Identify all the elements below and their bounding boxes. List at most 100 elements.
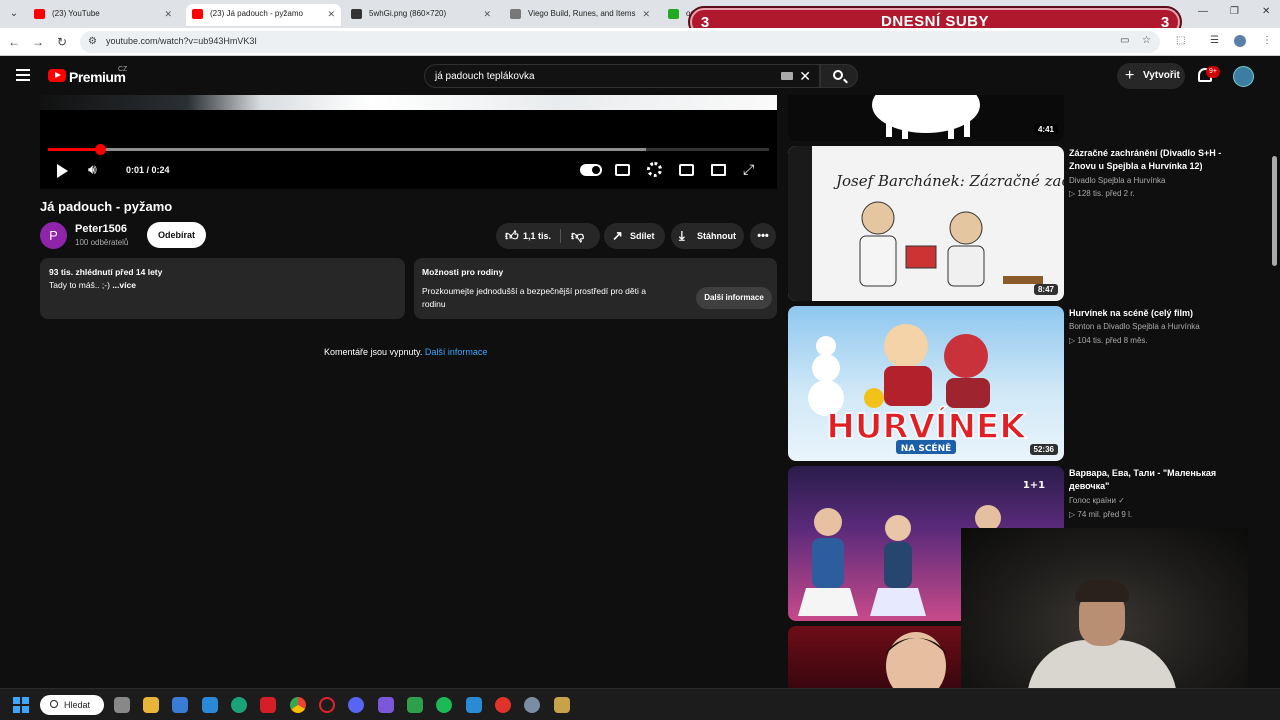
menu-hamburger-icon[interactable] (16, 69, 30, 81)
download-button[interactable]: ⤓ Stáhnout (671, 223, 744, 249)
spreadsheet-icon[interactable] (407, 697, 423, 713)
tab-current-video[interactable]: (23) Já padouch - pyžamo ✕ (186, 4, 341, 26)
tab-image[interactable]: 5whGi.png (860×720) ✕ (345, 4, 497, 26)
cast-icon[interactable]: ▭ (1120, 35, 1129, 46)
tab-close-icon[interactable]: ✕ (483, 4, 491, 24)
file-explorer-icon[interactable] (143, 697, 159, 713)
star-app-icon[interactable] (378, 697, 394, 713)
description-box[interactable]: 93 tis. zhlédnutí před 14 lety Tady to m… (40, 258, 405, 319)
discord-icon[interactable] (348, 697, 364, 713)
create-button[interactable]: + Vytvořit (1117, 63, 1185, 89)
share-button[interactable]: ↗ Sdílet (604, 223, 665, 249)
url-text: youtube.com/watch?v=ub943HmVK3I (106, 36, 257, 46)
taskbar-search[interactable]: Hledat (40, 695, 104, 715)
minimize-icon[interactable]: — (1198, 6, 1208, 17)
reload-icon[interactable]: ↻ (54, 34, 70, 50)
dislike-thumb-icon[interactable]: 👎︎ (571, 223, 584, 249)
plus-icon: + (1125, 67, 1135, 84)
search-button[interactable] (820, 64, 858, 88)
windows-start-icon[interactable] (13, 697, 29, 713)
channel-avatar[interactable]: P (40, 222, 67, 249)
search-query: já padouch teplákovka (435, 71, 535, 82)
mail-icon[interactable] (202, 697, 218, 713)
store-icon[interactable] (172, 697, 188, 713)
comments-off-text: Komentáře jsou vypnuty. (324, 347, 423, 357)
edge-icon[interactable] (231, 697, 247, 713)
tab-search-icon[interactable]: ⌄ (6, 6, 22, 22)
fullscreen-icon[interactable]: ⤢ (743, 161, 754, 178)
close-window-icon[interactable]: ✕ (1262, 6, 1270, 17)
share-arrow-icon: ↗ (612, 228, 623, 243)
scrollbar-thumb[interactable] (1272, 156, 1277, 266)
related-title-3[interactable]: Варвара, Ева, Тали - "Маленькая девочка" (1069, 467, 1239, 493)
youtube-favicon-icon (34, 9, 45, 19)
like-count[interactable]: 1,1 tis. (523, 223, 551, 249)
youtube-logo-icon[interactable] (48, 69, 66, 82)
notification-badge: 9+ (1206, 66, 1220, 78)
subscribe-button[interactable]: Odebírat (147, 222, 206, 248)
site-info-icon[interactable]: ⚙ (88, 36, 97, 47)
bookmark-star-icon[interactable]: ☆ (1142, 35, 1151, 46)
back-icon[interactable]: ← (6, 34, 22, 50)
related-thumbnail-2[interactable]: HURVÍNEK NA SCÉNĚ 52:36 (788, 306, 1064, 461)
account-avatar[interactable] (1233, 66, 1254, 87)
play-icon[interactable] (57, 164, 68, 178)
volume-icon[interactable]: 🔊︎ (88, 161, 97, 179)
search-input[interactable]: já padouch teplákovka ✕ (424, 64, 820, 88)
opera-icon[interactable] (319, 697, 335, 713)
tab-close-icon[interactable]: ✕ (327, 4, 335, 24)
tab-close-icon[interactable]: ✕ (164, 4, 172, 24)
cast-icon[interactable] (711, 164, 726, 176)
settings-app-icon[interactable] (524, 697, 540, 713)
subscriber-count: 100 odběratelů (75, 238, 129, 247)
tab-close-icon[interactable]: ✕ (642, 4, 650, 24)
url-field[interactable]: ⚙ youtube.com/watch?v=ub943HmVK3I (80, 31, 1160, 53)
page-scrollbar[interactable] (1268, 96, 1280, 688)
sword-favicon-icon (510, 9, 521, 19)
description-more-link[interactable]: ...více (112, 280, 136, 290)
autoplay-toggle[interactable] (580, 164, 602, 176)
task-view-icon[interactable] (114, 697, 130, 713)
miniplayer-icon[interactable] (679, 164, 694, 176)
family-more-info-button[interactable]: Další informace (696, 287, 772, 309)
settings-gear-icon[interactable] (647, 162, 662, 177)
tab-label: 5whGi.png (860×720) (369, 9, 447, 18)
youtube-brand[interactable]: Premium (69, 69, 126, 85)
clear-search-icon[interactable]: ✕ (799, 68, 811, 85)
related-thumbnail-1[interactable]: Josef Barchánek: Zázračné zachránění 8:4… (788, 146, 1064, 301)
more-actions-button[interactable]: ••• (750, 223, 776, 249)
family-options-text: Prozkoumejte jednodušší a bezpečnější pr… (422, 286, 646, 309)
scrubber-handle[interactable] (94, 144, 106, 155)
subtitles-icon[interactable] (615, 164, 630, 176)
tab-youtube[interactable]: (23) YouTube ✕ (28, 4, 178, 26)
comments-more-info-link[interactable]: Další informace (425, 347, 488, 357)
menu-kebab-icon[interactable]: ⋮ (1262, 35, 1272, 46)
related-channel-3[interactable]: Голос країни ✓ (1069, 496, 1125, 505)
like-thumb-icon[interactable]: 👍︎ (505, 223, 519, 249)
progress-played (48, 148, 100, 151)
related-title-2[interactable]: Hurvínek na scéně (celý film) (1069, 307, 1239, 320)
related-channel-2[interactable]: Bonton a Divadlo Spejbla a Hurvínka (1069, 322, 1200, 331)
maximize-icon[interactable]: ❐ (1230, 6, 1239, 17)
related-channel-1[interactable]: Divadlo Spejbla a Hurvínka (1069, 176, 1166, 185)
league-icon[interactable] (554, 697, 570, 713)
spotify-icon[interactable] (436, 697, 452, 713)
app-icon[interactable] (466, 697, 482, 713)
keyboard-icon[interactable] (781, 72, 793, 80)
tab-viego[interactable]: Viego Build, Runes, and Items ✕ (504, 4, 656, 26)
reading-list-icon[interactable]: ☰ (1210, 35, 1219, 46)
channel-name[interactable]: Peter1506 (75, 223, 127, 235)
video-player[interactable]: 🔊︎ 0:01 / 0:24 ⤢ (40, 95, 777, 189)
extensions-icon[interactable]: ⬚ (1176, 35, 1185, 46)
vivaldi-icon[interactable] (260, 697, 276, 713)
progress-bar[interactable] (48, 144, 769, 155)
tab-op[interactable]: op (662, 4, 692, 26)
related-title-1[interactable]: Zázračné zachránění (Divadlo S+H - Znovu… (1069, 147, 1239, 173)
address-bar: ← → ↻ ⚙ youtube.com/watch?v=ub943HmVK3I … (0, 28, 1280, 56)
related-thumbnail-0[interactable]: 4:41 (788, 95, 1064, 141)
record-app-icon[interactable] (495, 697, 511, 713)
search-icon (833, 70, 843, 80)
profile-icon[interactable] (1234, 35, 1246, 47)
chrome-icon[interactable] (290, 697, 306, 713)
forward-icon[interactable]: → (30, 34, 46, 50)
